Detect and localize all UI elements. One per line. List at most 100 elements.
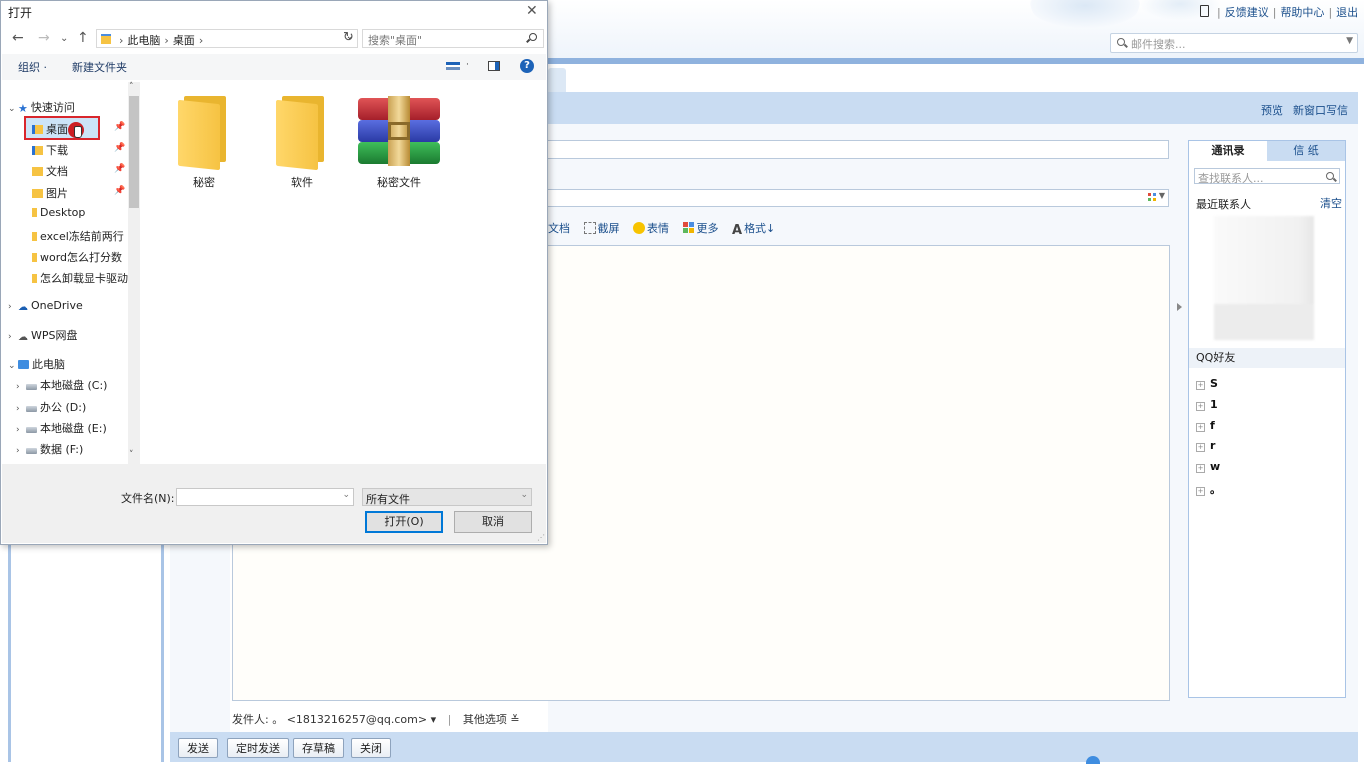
- mail-search-input[interactable]: 邮件搜索... ▼: [1110, 33, 1358, 53]
- file-item[interactable]: 秘密文件: [354, 96, 444, 190]
- organize-button[interactable]: 组织 ·: [18, 59, 47, 75]
- close-button[interactable]: 关闭: [351, 738, 391, 758]
- chevron-down-icon[interactable]: ⌄: [8, 361, 18, 371]
- nav-folder[interactable]: word怎么打分数: [32, 249, 128, 265]
- nav-pictures[interactable]: 图片: [32, 185, 68, 201]
- toolbar-document[interactable]: 文档: [548, 220, 570, 236]
- cancel-button[interactable]: 取消: [454, 511, 532, 533]
- floating-indicator[interactable]: [1086, 756, 1100, 764]
- preview-pane-icon[interactable]: [488, 61, 500, 71]
- chevron-down-icon[interactable]: ▼: [1159, 191, 1165, 200]
- recent-locations-icon[interactable]: ⌄: [60, 33, 68, 44]
- nav-folder[interactable]: 怎么卸载显卡驱动: [32, 270, 128, 286]
- tab-stationery[interactable]: 信 纸: [1267, 141, 1345, 161]
- contact-group[interactable]: + w: [1196, 460, 1220, 473]
- toolbar-more[interactable]: 更多: [682, 220, 719, 236]
- nav-documents[interactable]: 文档: [32, 163, 68, 179]
- new-folder-button[interactable]: 新建文件夹: [72, 59, 127, 75]
- recipient-field[interactable]: [548, 140, 1169, 159]
- logout-link[interactable]: 退出: [1336, 6, 1358, 19]
- chevron-right-icon[interactable]: ›: [16, 404, 26, 414]
- folder-icon: [178, 96, 230, 171]
- nav-onedrive[interactable]: › ☁ OneDrive: [8, 299, 83, 313]
- filename-input[interactable]: ⌄: [176, 488, 354, 506]
- folder-search-input[interactable]: 搜索"桌面": [362, 29, 544, 48]
- pin-icon[interactable]: 📌: [114, 186, 125, 196]
- nav-drive-d[interactable]: › 办公 (D:): [16, 399, 86, 415]
- forward-icon[interactable]: →: [38, 30, 50, 46]
- toolbar-format[interactable]: A 格式↓: [732, 220, 775, 238]
- new-window-compose-link[interactable]: 新窗口写信: [1293, 104, 1348, 117]
- chevron-right-icon[interactable]: ›: [16, 382, 26, 392]
- preview-link[interactable]: 预览: [1261, 104, 1283, 117]
- chevron-right-icon[interactable]: ›: [8, 332, 18, 342]
- resize-grip-icon[interactable]: ⋰: [537, 533, 545, 542]
- contact-search-input[interactable]: 查找联系人...: [1194, 168, 1340, 185]
- file-item[interactable]: 软件: [257, 96, 347, 190]
- scroll-up-icon[interactable]: ˄: [129, 82, 134, 92]
- send-button[interactable]: 发送: [178, 738, 218, 758]
- nav-drive-f[interactable]: › 数据 (F:): [16, 441, 83, 457]
- chevron-down-icon[interactable]: ⌄: [8, 104, 18, 114]
- contact-group[interactable]: +。: [1196, 481, 1221, 497]
- file-type-select[interactable]: 所有文件 ⌄: [362, 488, 532, 506]
- nav-desktop-en[interactable]: Desktop: [32, 206, 85, 219]
- back-icon[interactable]: ←: [12, 30, 24, 46]
- nav-downloads[interactable]: 下载: [32, 142, 68, 158]
- chevron-right-icon[interactable]: ›: [16, 425, 26, 435]
- chevron-right-icon[interactable]: ›: [8, 302, 18, 312]
- feedback-link[interactable]: 反馈建议: [1225, 6, 1269, 19]
- toolbar-emoji[interactable]: 表情: [633, 220, 669, 236]
- chevron-down-icon[interactable]: ≚: [510, 713, 519, 726]
- scheduled-send-button[interactable]: 定时发送: [227, 738, 289, 758]
- apps-icon[interactable]: [1148, 193, 1156, 201]
- contact-group[interactable]: + S: [1196, 377, 1218, 390]
- contact-group[interactable]: + f: [1196, 419, 1215, 432]
- help-center-link[interactable]: 帮助中心: [1280, 6, 1324, 19]
- breadcrumb-desktop[interactable]: 桌面: [173, 34, 195, 47]
- clear-recent-link[interactable]: 清空: [1320, 195, 1342, 211]
- pin-icon[interactable]: 📌: [114, 143, 125, 153]
- nav-scrollbar-thumb[interactable]: [129, 96, 139, 208]
- cloud-icon: ☁: [18, 332, 28, 343]
- nav-drive-c[interactable]: › 本地磁盘 (C:): [16, 377, 107, 393]
- contact-group[interactable]: +1: [1196, 398, 1218, 411]
- group-label: 1: [1210, 398, 1218, 411]
- scroll-down-icon[interactable]: ˅: [129, 450, 134, 460]
- close-icon[interactable]: ✕: [526, 3, 538, 19]
- panel-collapse-icon[interactable]: [1177, 303, 1182, 311]
- save-draft-button[interactable]: 存草稿: [293, 738, 344, 758]
- breadcrumb-this-pc[interactable]: 此电脑: [127, 34, 160, 47]
- nav-quick-access[interactable]: ⌄ ★ 快速访问: [8, 99, 75, 115]
- nav-drive-e[interactable]: › 本地磁盘 (E:): [16, 420, 107, 436]
- chevron-right-icon[interactable]: ›: [16, 446, 26, 456]
- pin-icon[interactable]: 📌: [114, 122, 125, 132]
- sender-email[interactable]: <1813216257@qq.com>: [287, 713, 427, 726]
- sender-dropdown-icon[interactable]: ▾: [431, 713, 437, 726]
- view-dropdown-icon[interactable]: ·: [466, 60, 469, 70]
- chevron-down-icon[interactable]: ▼: [1346, 36, 1353, 46]
- nav-label: 办公 (D:): [40, 401, 87, 414]
- tab-contacts[interactable]: 通讯录: [1189, 141, 1267, 161]
- refresh-icon[interactable]: ↻: [343, 30, 354, 45]
- phone-icon[interactable]: [1200, 5, 1209, 17]
- up-icon[interactable]: ↑: [77, 30, 89, 46]
- view-options-icon[interactable]: [446, 62, 460, 70]
- subject-field[interactable]: ▼: [548, 189, 1169, 207]
- help-icon[interactable]: ?: [520, 59, 534, 73]
- qq-friends-header[interactable]: QQ好友: [1189, 348, 1345, 368]
- other-options-link[interactable]: 其他选项: [463, 713, 507, 726]
- pin-icon[interactable]: 📌: [114, 164, 125, 174]
- toolbar-screenshot[interactable]: 截屏: [583, 220, 620, 236]
- nav-desktop[interactable]: 桌面: [32, 121, 68, 137]
- nav-this-pc[interactable]: ⌄ 此电脑: [8, 356, 65, 372]
- nav-folder[interactable]: excel冻结前两行: [32, 228, 128, 244]
- nav-wps-drive[interactable]: › ☁ WPS网盘: [8, 327, 78, 343]
- chevron-down-icon[interactable]: ⌄: [342, 490, 350, 500]
- compose-tab[interactable]: [548, 68, 566, 92]
- file-item[interactable]: 秘密: [159, 96, 249, 190]
- font-icon: A: [732, 223, 743, 238]
- contact-group[interactable]: + r: [1196, 439, 1215, 452]
- open-button[interactable]: 打开(O): [365, 511, 443, 533]
- address-bar[interactable]: › 此电脑 › 桌面 › ⌄: [96, 29, 358, 48]
